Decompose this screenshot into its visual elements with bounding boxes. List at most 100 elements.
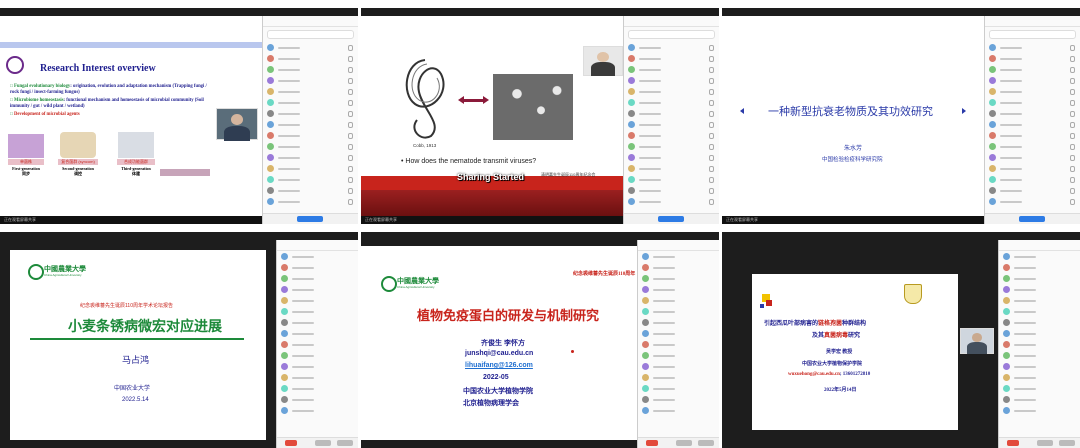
- participant-row[interactable]: [999, 339, 1080, 350]
- invite-button[interactable]: [297, 216, 323, 222]
- participant-row[interactable]: [638, 262, 719, 273]
- participant-row[interactable]: [985, 196, 1080, 207]
- participant-row[interactable]: [624, 152, 719, 163]
- participant-row[interactable]: [263, 130, 358, 141]
- participant-row[interactable]: [277, 339, 358, 350]
- participant-row[interactable]: [624, 64, 719, 75]
- participant-row[interactable]: [263, 185, 358, 196]
- participant-row[interactable]: [263, 119, 358, 130]
- participant-row[interactable]: [985, 141, 1080, 152]
- participant-row[interactable]: [999, 361, 1080, 372]
- participant-row[interactable]: [985, 119, 1080, 130]
- invite-button[interactable]: [1019, 216, 1045, 222]
- participant-row[interactable]: [277, 328, 358, 339]
- participant-row[interactable]: [985, 130, 1080, 141]
- participant-row[interactable]: [999, 284, 1080, 295]
- participant-row[interactable]: [277, 295, 358, 306]
- participant-row[interactable]: [263, 64, 358, 75]
- participant-row[interactable]: [999, 372, 1080, 383]
- leave-button[interactable]: [646, 440, 658, 446]
- participant-row[interactable]: [638, 295, 719, 306]
- more-button[interactable]: [698, 440, 714, 446]
- participant-row[interactable]: [263, 196, 358, 207]
- participant-row[interactable]: [985, 152, 1080, 163]
- participant-row[interactable]: [985, 174, 1080, 185]
- participant-row[interactable]: [638, 284, 719, 295]
- mute-all-button[interactable]: [676, 440, 692, 446]
- participant-row[interactable]: [985, 64, 1080, 75]
- participant-row[interactable]: [277, 394, 358, 405]
- participant-row[interactable]: [624, 141, 719, 152]
- participant-search[interactable]: [628, 30, 715, 39]
- participant-row[interactable]: [277, 306, 358, 317]
- participant-row[interactable]: [263, 97, 358, 108]
- participant-row[interactable]: [624, 174, 719, 185]
- participant-row[interactable]: [638, 350, 719, 361]
- participant-row[interactable]: [999, 306, 1080, 317]
- participant-row[interactable]: [985, 108, 1080, 119]
- participant-row[interactable]: [638, 372, 719, 383]
- participant-row[interactable]: [638, 328, 719, 339]
- participant-row[interactable]: [985, 53, 1080, 64]
- participant-row[interactable]: [277, 405, 358, 416]
- participant-row[interactable]: [263, 141, 358, 152]
- participant-row[interactable]: [277, 284, 358, 295]
- more-button[interactable]: [337, 440, 353, 446]
- mute-all-button[interactable]: [1037, 440, 1053, 446]
- participant-search[interactable]: [989, 30, 1076, 39]
- participant-row[interactable]: [277, 361, 358, 372]
- participant-row[interactable]: [624, 163, 719, 174]
- participant-row[interactable]: [624, 53, 719, 64]
- participant-row[interactable]: [263, 163, 358, 174]
- leave-button[interactable]: [1007, 440, 1019, 446]
- participant-row[interactable]: [999, 317, 1080, 328]
- participant-row[interactable]: [263, 75, 358, 86]
- participant-row[interactable]: [263, 86, 358, 97]
- participant-row[interactable]: [638, 306, 719, 317]
- mute-all-button[interactable]: [315, 440, 331, 446]
- participant-row[interactable]: [263, 174, 358, 185]
- invite-button[interactable]: [658, 216, 684, 222]
- participant-search[interactable]: [267, 30, 354, 39]
- participant-row[interactable]: [638, 273, 719, 284]
- participant-row[interactable]: [624, 185, 719, 196]
- participant-row[interactable]: [277, 383, 358, 394]
- participant-row[interactable]: [638, 361, 719, 372]
- participant-row[interactable]: [624, 86, 719, 97]
- participant-row[interactable]: [624, 130, 719, 141]
- participant-row[interactable]: [999, 405, 1080, 416]
- participant-row[interactable]: [985, 86, 1080, 97]
- participant-row[interactable]: [624, 108, 719, 119]
- participant-row[interactable]: [999, 251, 1080, 262]
- participant-row[interactable]: [999, 262, 1080, 273]
- participant-row[interactable]: [985, 185, 1080, 196]
- participant-row[interactable]: [638, 251, 719, 262]
- participant-row[interactable]: [999, 273, 1080, 284]
- participant-row[interactable]: [263, 53, 358, 64]
- participant-row[interactable]: [985, 97, 1080, 108]
- participant-row[interactable]: [277, 251, 358, 262]
- participant-row[interactable]: [638, 383, 719, 394]
- participant-row[interactable]: [624, 196, 719, 207]
- participant-row[interactable]: [999, 350, 1080, 361]
- participant-row[interactable]: [624, 75, 719, 86]
- participant-row[interactable]: [999, 328, 1080, 339]
- more-button[interactable]: [1059, 440, 1075, 446]
- participant-row[interactable]: [277, 372, 358, 383]
- participant-row[interactable]: [263, 108, 358, 119]
- participant-row[interactable]: [624, 97, 719, 108]
- participant-row[interactable]: [263, 42, 358, 53]
- participant-row[interactable]: [263, 152, 358, 163]
- participant-row[interactable]: [277, 262, 358, 273]
- participant-row[interactable]: [985, 163, 1080, 174]
- participant-row[interactable]: [999, 295, 1080, 306]
- leave-button[interactable]: [285, 440, 297, 446]
- participant-row[interactable]: [638, 394, 719, 405]
- participant-row[interactable]: [277, 273, 358, 284]
- participant-row[interactable]: [624, 42, 719, 53]
- participant-row[interactable]: [999, 383, 1080, 394]
- participant-row[interactable]: [277, 350, 358, 361]
- participant-row[interactable]: [638, 317, 719, 328]
- slide-email-2[interactable]: lihuaifang@126.com: [465, 362, 533, 369]
- participant-row[interactable]: [277, 317, 358, 328]
